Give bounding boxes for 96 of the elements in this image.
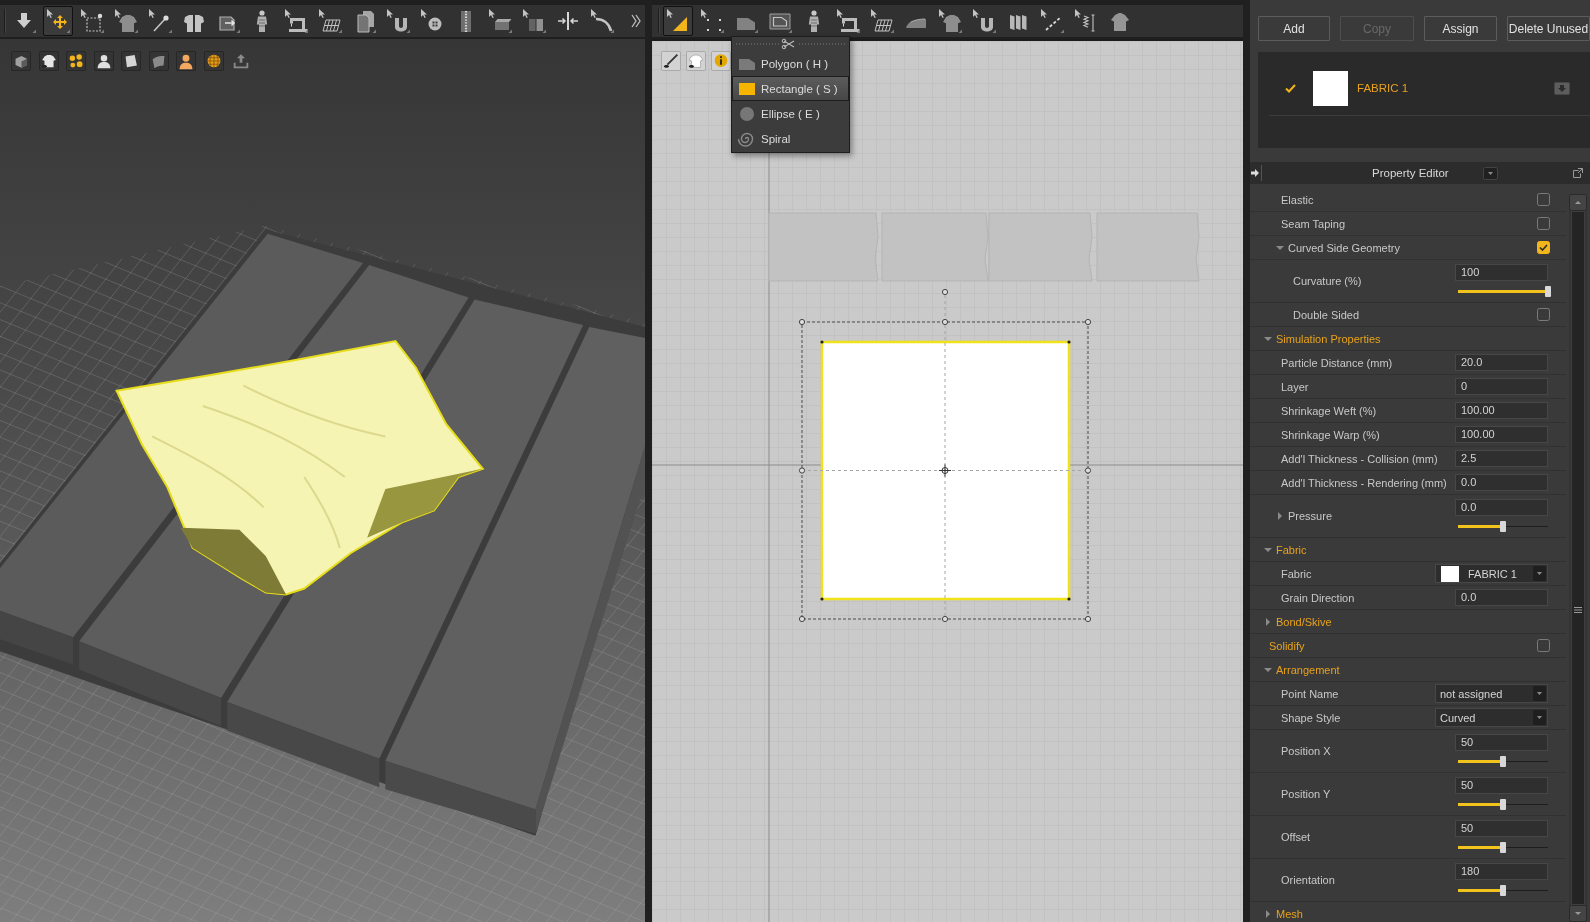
property-label: Shrinkage Warp (%) — [1281, 428, 1380, 441]
fabric-list-item[interactable]: FABRIC 1 — [1269, 53, 1590, 116]
input-field[interactable]: 180 — [1455, 863, 1548, 880]
expand-down-triangle-icon[interactable] — [1264, 665, 1272, 674]
slider-thumb[interactable] — [1500, 842, 1506, 853]
property-label: Pressure — [1288, 510, 1333, 522]
grip-icon — [1574, 607, 1582, 613]
slider-thumb[interactable] — [1500, 521, 1506, 532]
checkbox[interactable] — [1537, 217, 1550, 230]
checkbox[interactable] — [1537, 639, 1550, 652]
needle-eye-icon[interactable] — [661, 51, 681, 71]
property-label: Position Y — [1281, 788, 1331, 800]
fabric-sheet-icon[interactable] — [148, 51, 169, 71]
3d-scene-view[interactable] — [0, 39, 645, 922]
property-label: Layer — [1281, 380, 1309, 393]
property-label: Grain Direction — [1281, 591, 1355, 604]
property-label: Shrinkage Weft (%) — [1281, 404, 1377, 417]
menu-item[interactable]: Rectangle ( S ) — [732, 76, 849, 101]
property-label: Shape Style — [1281, 711, 1341, 724]
dropdown[interactable]: not assigned — [1435, 684, 1548, 703]
property-label: Curved Side Geometry — [1288, 241, 1400, 254]
pattern-canvas[interactable] — [652, 41, 1243, 922]
dots-icon[interactable] — [66, 51, 86, 71]
popout-icon[interactable] — [1573, 168, 1583, 178]
input-field[interactable]: 100.00 — [1455, 426, 1548, 443]
input-field[interactable]: 50 — [1455, 777, 1548, 794]
input-field[interactable]: 0 — [1455, 378, 1548, 395]
section-label: Solidify — [1269, 639, 1305, 652]
property-label: Particle Distance (mm) — [1281, 356, 1393, 369]
input-field[interactable]: 100.00 — [1455, 402, 1548, 419]
input-field[interactable]: 2.5 — [1455, 450, 1548, 467]
section-label: Arrangement — [1276, 663, 1340, 676]
property-label: Fabric — [1281, 567, 1312, 580]
arrow-right-icon[interactable] — [1251, 168, 1259, 178]
panel-title: Property Editor — [1372, 167, 1449, 179]
input-field[interactable]: 20.0 — [1455, 354, 1548, 371]
globe-icon[interactable] — [203, 51, 224, 71]
input-field[interactable]: 100 — [1455, 264, 1548, 281]
property-label: Position X — [1281, 745, 1331, 757]
center-handle-icon[interactable] — [938, 464, 952, 477]
expand-down-triangle-icon[interactable] — [1276, 243, 1284, 252]
expand-right-triangle-icon[interactable] — [1276, 512, 1284, 520]
caret-down-icon — [1533, 566, 1546, 581]
scrollbar[interactable] — [1569, 194, 1587, 922]
property-label: Elastic — [1281, 193, 1314, 206]
property-label: Point Name — [1281, 687, 1339, 700]
cube-icon[interactable] — [11, 51, 31, 71]
input-field[interactable]: 0.0 — [1455, 589, 1548, 606]
dropdown[interactable]: Curved — [1435, 708, 1548, 727]
expand-down-triangle-icon[interactable] — [1264, 334, 1272, 343]
expand-down-triangle-icon[interactable] — [1264, 545, 1272, 554]
expand-right-triangle-icon[interactable] — [1264, 617, 1272, 626]
move-arrows-icon[interactable] — [43, 6, 73, 36]
checkbox[interactable] — [1537, 308, 1550, 321]
section-label: Fabric — [1276, 543, 1307, 556]
input-field[interactable]: 50 — [1455, 734, 1548, 751]
double-chevron-icon[interactable] — [631, 14, 641, 28]
menu-item[interactable]: Ellipse ( E ) — [732, 101, 849, 126]
scrollbar-thumb[interactable] — [1571, 211, 1585, 905]
slider-thumb[interactable] — [1500, 756, 1506, 767]
property-label: Add'l Thickness - Rendering (mm) — [1281, 476, 1447, 489]
section-label: Mesh — [1276, 907, 1303, 920]
fabric-sheet-icon[interactable] — [121, 51, 141, 71]
fabric-dropdown[interactable]: FABRIC 1 — [1435, 564, 1548, 583]
caret-down-icon — [1533, 710, 1546, 725]
person-icon[interactable] — [93, 51, 114, 71]
checkmark-icon — [1285, 83, 1296, 93]
menu-item[interactable]: Spiral — [732, 126, 849, 151]
slider-thumb[interactable] — [1500, 799, 1506, 810]
property-label: Double Sided — [1293, 308, 1360, 321]
person-icon[interactable] — [176, 51, 196, 71]
input-field[interactable]: 0.0 — [1455, 474, 1548, 491]
slider-thumb[interactable] — [1500, 885, 1506, 896]
panel-button[interactable]: Assign — [1424, 16, 1497, 41]
panel-button[interactable]: Add — [1258, 16, 1330, 41]
input-field[interactable]: 50 — [1455, 820, 1548, 837]
property-label: Curvature (%) — [1293, 275, 1362, 287]
shirt-eye-icon[interactable] — [38, 51, 59, 71]
panel-button[interactable]: Delete Unused — [1507, 16, 1590, 41]
checkbox[interactable] — [1537, 241, 1550, 254]
shirt-eye-icon[interactable] — [686, 51, 706, 71]
menu-item[interactable]: Polygon ( H ) — [732, 51, 849, 76]
property-label: Offset — [1281, 831, 1311, 843]
property-label: Add'l Thickness - Collision (mm) — [1281, 452, 1438, 465]
checkbox[interactable] — [1537, 193, 1550, 206]
slider-thumb[interactable] — [1545, 286, 1551, 297]
section-label: Simulation Properties — [1276, 332, 1381, 345]
fabric-name: FABRIC 1 — [1357, 82, 1409, 94]
expand-right-triangle-icon[interactable] — [1264, 909, 1272, 918]
property-label: Seam Taping — [1281, 217, 1345, 230]
property-label: Orientation — [1281, 874, 1335, 886]
info-icon[interactable] — [711, 51, 731, 71]
section-label: Bond/Skive — [1276, 615, 1332, 628]
caret-down-icon — [1533, 686, 1546, 701]
input-field[interactable]: 0.0 — [1455, 499, 1548, 516]
caret-down-icon[interactable] — [1482, 166, 1498, 180]
